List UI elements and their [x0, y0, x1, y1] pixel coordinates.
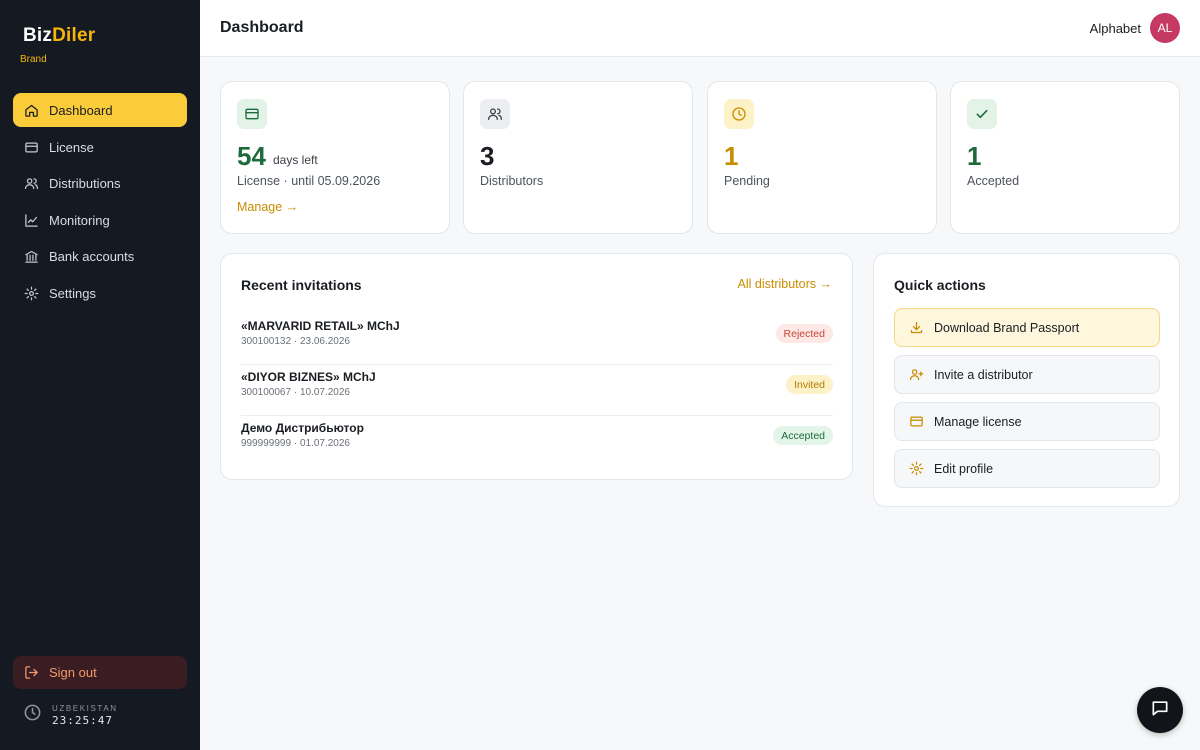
clock-icon [23, 703, 42, 727]
download-brand-passport-button[interactable]: Download Brand Passport [894, 308, 1160, 347]
sidebar-item-dashboard[interactable]: Dashboard [13, 93, 187, 127]
invitation-meta: 999999999 · 01.07.2026 [241, 438, 350, 449]
clock-widget: UZBEKISTAN 23:25:47 [23, 703, 118, 727]
avatar[interactable]: AL [1150, 13, 1180, 43]
invitation-name: Демо Дистрибьютор [241, 421, 364, 435]
sidebar-item-label: Bank accounts [49, 248, 135, 264]
sign-out-label: Sign out [49, 665, 97, 680]
manage-license-link[interactable]: Manage → [237, 200, 298, 214]
download-icon [908, 320, 924, 336]
stat-card-distributors: 3 Distributors [463, 81, 693, 234]
quick-action-label: Download Brand Passport [934, 320, 1080, 335]
credit-card-icon [23, 139, 39, 155]
status-badge: Invited [786, 375, 833, 394]
invitation-row[interactable]: «MARVARID RETAIL» MChJ 300100132 · 23.06… [241, 314, 833, 365]
stat-card-accepted: 1 Accepted [950, 81, 1180, 234]
license-days-value: 54 [237, 141, 266, 171]
page-title: Dashboard [220, 19, 304, 36]
sidebar-item-label: Settings [49, 285, 96, 301]
all-distributors-link[interactable]: All distributors → [738, 277, 832, 291]
sidebar-item-label: Monitoring [49, 212, 110, 228]
sidebar-item-bank-accounts[interactable]: Bank accounts [13, 239, 187, 273]
users-icon [480, 99, 510, 129]
clock-time: 23:25:47 [52, 713, 113, 727]
invitation-row[interactable]: «DIYOR BIZNES» MChJ 300100067 · 10.07.20… [241, 365, 833, 416]
distributors-label: Distributors [480, 174, 544, 188]
brand-name-part2: Diler [52, 25, 96, 46]
sidebar-item-label: Distributions [49, 175, 121, 191]
stat-card-pending: 1 Pending [707, 81, 937, 234]
sign-out-button[interactable]: Sign out [13, 656, 187, 689]
distributors-count: 3 [480, 141, 495, 171]
sidebar-item-monitoring[interactable]: Monitoring [13, 203, 187, 237]
logout-icon [23, 665, 39, 681]
brand-name-part1: Biz [23, 25, 53, 46]
status-badge: Accepted [773, 426, 833, 445]
pending-label: Pending [724, 174, 770, 188]
accepted-label: Accepted [967, 174, 1020, 188]
sidebar-item-label: Dashboard [49, 102, 113, 118]
invitation-name: «MARVARID RETAIL» MChJ [241, 319, 400, 333]
accepted-count: 1 [967, 141, 982, 171]
home-icon [23, 102, 39, 118]
invitation-meta: 300100067 · 10.07.2026 [241, 387, 350, 398]
invitation-row[interactable]: Демо Дистрибьютор 999999999 · 01.07.2026… [241, 416, 833, 467]
top-bar: Dashboard Alphabet AL [200, 0, 1200, 57]
sidebar-item-distributions[interactable]: Distributions [13, 166, 187, 200]
sidebar-item-label: License [49, 139, 94, 155]
clock-region: UZBEKISTAN [52, 703, 118, 713]
quick-actions-panel: Quick actions Download Brand Passport In… [873, 253, 1180, 507]
stat-card-license: 54 days left License · until 05.09.2026 … [220, 81, 450, 234]
clock-icon [724, 99, 754, 129]
invitation-meta: 300100132 · 23.06.2026 [241, 336, 350, 347]
quick-action-label: Manage license [934, 414, 1022, 429]
edit-profile-button[interactable]: Edit profile [894, 449, 1160, 488]
check-icon [967, 99, 997, 129]
quick-action-label: Edit profile [934, 461, 994, 476]
invite-distributor-button[interactable]: Invite a distributor [894, 355, 1160, 394]
recent-invitations-title: Recent invitations [241, 277, 362, 293]
manage-license-button[interactable]: Manage license [894, 402, 1160, 441]
pending-count: 1 [724, 141, 739, 171]
org-name[interactable]: Alphabet [1090, 21, 1141, 36]
recent-invitations-panel: Recent invitations All distributors → «M… [220, 253, 853, 480]
status-badge: Rejected [775, 324, 833, 343]
sidebar-item-settings[interactable]: Settings [13, 276, 187, 310]
sidebar-item-license[interactable]: License [13, 130, 187, 164]
gear-icon [908, 461, 924, 477]
users-icon [23, 175, 39, 191]
license-expiry-label: License · until 05.09.2026 [237, 174, 381, 188]
brand-logo[interactable]: BizDiler [23, 25, 95, 47]
chart-line-icon [23, 212, 39, 228]
license-days-suffix: days left [273, 153, 318, 167]
chat-bubble-icon [1150, 698, 1170, 723]
bank-icon [23, 248, 39, 264]
user-plus-icon [908, 367, 924, 383]
gear-icon [23, 285, 39, 301]
invitation-name: «DIYOR BIZNES» MChJ [241, 370, 376, 384]
brand-subtitle: Brand [20, 54, 47, 65]
credit-card-icon [237, 99, 267, 129]
credit-card-icon [908, 414, 924, 430]
sidebar: BizDiler Brand Dashboard License Distrib… [0, 0, 200, 750]
quick-action-label: Invite a distributor [934, 367, 1033, 382]
quick-actions-title: Quick actions [894, 277, 986, 293]
chat-button[interactable] [1137, 687, 1183, 733]
